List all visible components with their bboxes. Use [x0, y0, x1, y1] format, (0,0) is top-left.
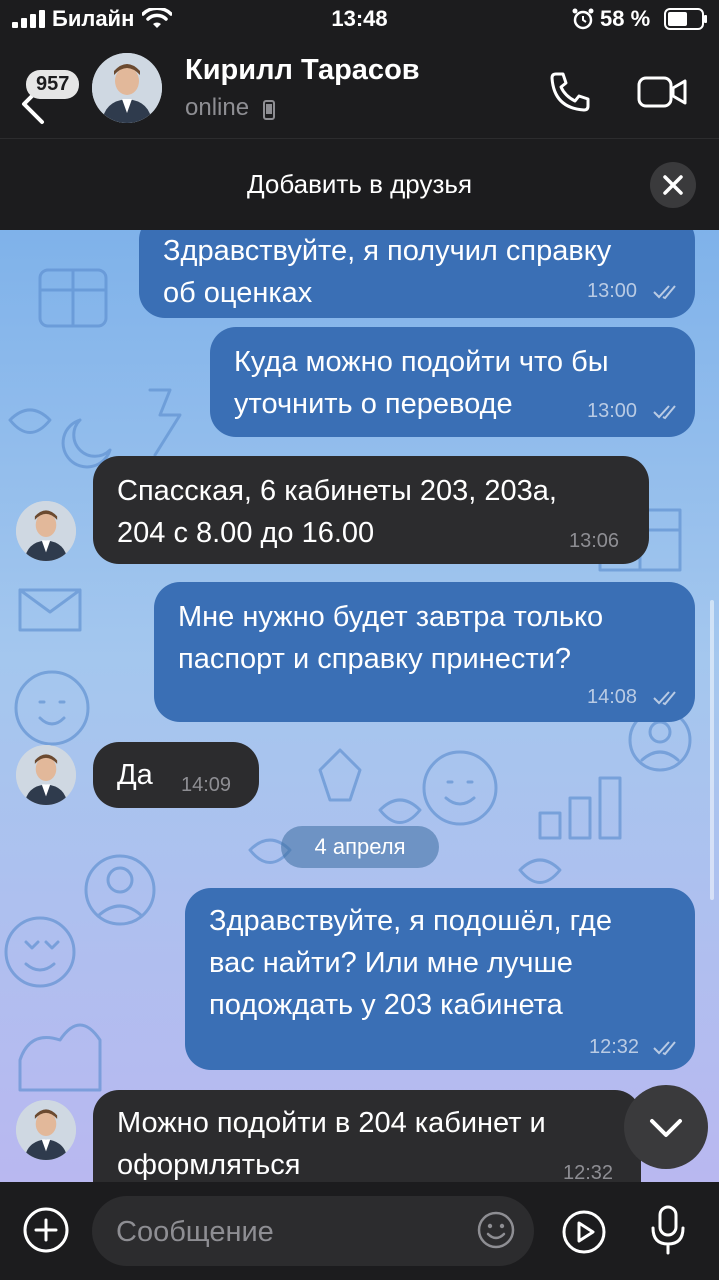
- avatar-photo: [16, 745, 76, 805]
- message-time: 13:00: [587, 400, 638, 422]
- phone-icon: [263, 100, 275, 120]
- message-text: Мне нужно будет завтра только паспорт и …: [178, 601, 604, 675]
- voice-message-button[interactable]: [648, 1204, 688, 1256]
- plus-icon: [23, 1207, 69, 1253]
- video-call-icon: [637, 76, 687, 108]
- checkmarks-icon: [653, 405, 676, 420]
- chevron-down-icon: [650, 1119, 682, 1137]
- message-bubble-incoming[interactable]: Да 14:09: [93, 742, 259, 808]
- scroll-to-bottom-button[interactable]: [624, 1085, 708, 1169]
- scrollbar[interactable]: [710, 600, 714, 900]
- message-bubble-outgoing[interactable]: Мне нужно будет завтра только паспорт и …: [154, 582, 695, 722]
- date-separator: 4 апреля: [281, 826, 439, 868]
- emoji-button[interactable]: [476, 1210, 516, 1250]
- message-text: Да: [117, 759, 153, 791]
- presence-status: online: [185, 94, 275, 122]
- video-message-button[interactable]: [560, 1208, 608, 1256]
- message-text: Можно подойти в 204 кабинет и оформлятьс…: [117, 1107, 546, 1181]
- message-list[interactable]: Здравствуйте, я получил справку об оценк…: [0, 230, 719, 1182]
- message-text: Здравствуйте, я подошёл, где вас найти? …: [209, 905, 612, 1021]
- message-time: 13:00: [587, 280, 638, 302]
- video-call-button[interactable]: [636, 68, 688, 116]
- message-input[interactable]: Сообщение: [92, 1196, 534, 1266]
- attach-button[interactable]: [22, 1206, 70, 1254]
- message-time: 14:08: [587, 686, 638, 708]
- status-bar: Билайн 13:48 58 %: [0, 0, 719, 40]
- avatar-photo: [92, 53, 162, 123]
- presence-text: online: [185, 94, 250, 121]
- unread-badge: 957: [26, 70, 80, 99]
- message-text: Здравствуйте, я получил справку об оценк…: [163, 235, 612, 309]
- battery-percent: 58 %: [600, 6, 651, 31]
- message-bubble-incoming[interactable]: Спасская, 6 кабинеты 203, 203а, 204 с 8.…: [93, 456, 649, 564]
- message-composer: Сообщение: [0, 1182, 719, 1280]
- call-button[interactable]: [546, 68, 594, 116]
- message-time: 13:06: [569, 530, 620, 552]
- mic-icon: [651, 1205, 685, 1255]
- sender-avatar[interactable]: [16, 1100, 76, 1160]
- message-text: Куда можно подойти что бы уточнить о пер…: [234, 346, 609, 420]
- avatar-photo: [16, 501, 76, 561]
- call-icon: [550, 72, 590, 112]
- chat-header: 957 Кирилл Тарасов online: [0, 40, 719, 139]
- battery-icon: [664, 8, 707, 30]
- add-friend-button[interactable]: Добавить в друзья: [0, 169, 719, 200]
- message-bubble-incoming[interactable]: Можно подойти в 204 кабинет и оформлятьс…: [93, 1090, 641, 1182]
- play-icon: [562, 1210, 606, 1254]
- message-time: 12:32: [563, 1162, 614, 1182]
- close-icon: [663, 175, 683, 195]
- checkmarks-icon: [653, 691, 676, 706]
- message-input-placeholder: Сообщение: [116, 1216, 274, 1248]
- emoji-icon: [477, 1211, 515, 1249]
- contact-name[interactable]: Кирилл Тарасов: [185, 54, 420, 87]
- checkmarks-icon: [653, 285, 676, 300]
- message-time: 14:09: [181, 774, 232, 796]
- message-bubble-outgoing[interactable]: Куда можно подойти что бы уточнить о пер…: [210, 327, 695, 437]
- sender-avatar[interactable]: [16, 745, 76, 805]
- contact-avatar[interactable]: [92, 53, 162, 123]
- message-bubble-outgoing[interactable]: Здравствуйте, я подошёл, где вас найти? …: [185, 888, 695, 1070]
- checkmarks-icon: [653, 1041, 676, 1056]
- close-add-friend-button[interactable]: [650, 162, 696, 208]
- message-text: Спасская, 6 кабинеты 203, 203а, 204 с 8.…: [117, 475, 557, 549]
- message-time: 12:32: [589, 1036, 640, 1058]
- message-bubble-outgoing[interactable]: Здравствуйте, я получил справку об оценк…: [139, 230, 695, 318]
- avatar-photo: [16, 1100, 76, 1160]
- add-friend-bar: Добавить в друзья: [0, 139, 719, 229]
- sender-avatar[interactable]: [16, 501, 76, 561]
- alarm-icon: [572, 8, 594, 30]
- back-button[interactable]: 957: [18, 60, 80, 130]
